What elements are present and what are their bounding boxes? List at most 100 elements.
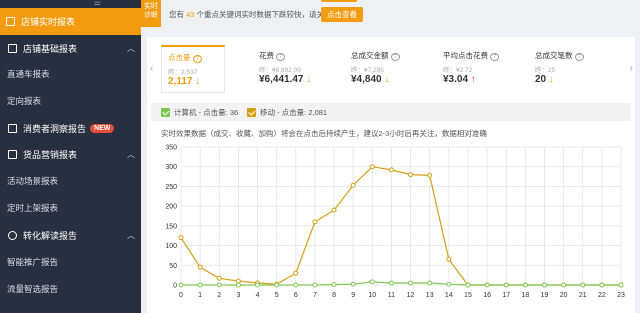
sidebar-item-traffic-select[interactable]: 流量智选报告 xyxy=(0,277,141,301)
data-point[interactable] xyxy=(350,182,356,188)
data-point[interactable] xyxy=(427,172,433,178)
data-point[interactable] xyxy=(350,281,356,287)
kpi-value-text: 2,117 xyxy=(168,76,193,87)
kpi-value-text: 20 xyxy=(535,74,547,85)
sidebar-item-label: 转化解读报告 xyxy=(23,230,78,241)
data-point[interactable] xyxy=(503,282,509,288)
kpi-value: 20 ↓ xyxy=(535,74,554,85)
realtime-card: ‹ 点击量 ? 昨：2,537 2,117 ↓ 花费 ? 昨：¥6,892.09… xyxy=(147,37,635,313)
data-point[interactable] xyxy=(178,282,184,288)
data-point[interactable] xyxy=(255,282,261,288)
kpi-yesterday: 昨：¥6,892.09 xyxy=(259,67,301,74)
data-point[interactable] xyxy=(178,235,184,241)
help-icon: ? xyxy=(574,53,584,61)
sidebar-item-targeting[interactable]: 定向报表 xyxy=(0,89,141,113)
kpi-yesterday: 昨：¥7,295 xyxy=(351,67,384,74)
sidebar-item-label: 店铺基础报表 xyxy=(23,43,78,54)
y-tick-label: 300 xyxy=(165,164,177,171)
legend-mobile[interactable]: 移动 - 点击量: 2,081 xyxy=(247,107,327,118)
sidebar-item-realtime-report[interactable]: 店铺实时报表 xyxy=(0,8,141,35)
chevron-left-icon[interactable]: ‹ xyxy=(150,63,153,74)
kpi-title-text: 点击量 xyxy=(168,53,191,62)
x-tick-label: 21 xyxy=(579,292,587,299)
data-point[interactable] xyxy=(235,278,241,284)
chevron-right-icon[interactable]: › xyxy=(630,63,633,74)
chevron-up-icon: ︿ xyxy=(127,150,135,159)
data-point[interactable] xyxy=(522,282,528,288)
alert-tag: 实时诊断 xyxy=(141,0,161,27)
data-point[interactable] xyxy=(408,172,414,178)
y-tick-label: 100 xyxy=(165,243,177,250)
data-point[interactable] xyxy=(312,282,318,288)
x-tick-label: 16 xyxy=(483,292,491,299)
data-point[interactable] xyxy=(197,264,203,270)
data-point[interactable] xyxy=(561,282,567,288)
menu-toggle-icon[interactable]: ☰ xyxy=(94,0,101,7)
data-point[interactable] xyxy=(580,282,586,288)
data-point[interactable] xyxy=(216,282,222,288)
data-point[interactable] xyxy=(446,281,452,287)
sidebar-section-conversion[interactable]: 转化解读报告 ︿ xyxy=(0,223,141,247)
sidebar-item-label: 定时上架报表 xyxy=(7,203,59,213)
data-point[interactable] xyxy=(331,207,337,213)
data-point[interactable] xyxy=(216,275,222,281)
data-point[interactable] xyxy=(369,279,375,285)
sidebar-section-goods-marketing[interactable]: 货品营销报表 ︿ xyxy=(0,142,141,166)
x-tick-label: 18 xyxy=(521,292,529,299)
sidebar-item-label: 活动场景报表 xyxy=(7,176,59,186)
x-tick-label: 19 xyxy=(541,292,549,299)
x-tick-label: 17 xyxy=(502,292,510,299)
data-point[interactable] xyxy=(388,167,394,173)
trend-up-icon: ↑ xyxy=(470,74,476,85)
sidebar-section-consumer-insight[interactable]: 消费者洞察报告 NEW xyxy=(0,116,141,140)
kpi-total-orders[interactable]: 总成交笔数 ? 昨：25 20 ↓ xyxy=(529,45,593,93)
data-point[interactable] xyxy=(484,282,490,288)
alert-count: 43 xyxy=(186,10,195,19)
x-tick-label: 3 xyxy=(236,292,240,299)
kpi-clicks[interactable]: 点击量 ? 昨：2,537 2,117 ↓ xyxy=(161,45,225,93)
kpi-title: 花费 ? xyxy=(259,50,286,61)
kpi-avg-cpc[interactable]: 平均点击花费 ? 昨：¥2.72 ¥3.04 ↑ xyxy=(437,45,501,93)
kpi-value: 2,117 ↓ xyxy=(168,76,200,87)
sidebar-section-basic-reports[interactable]: 店铺基础报表 ︿ xyxy=(0,36,141,60)
x-tick-label: 22 xyxy=(598,292,606,299)
data-point[interactable] xyxy=(312,219,318,225)
data-point[interactable] xyxy=(465,282,471,288)
x-tick-label: 5 xyxy=(275,292,279,299)
sidebar-item-scheduled-listing[interactable]: 定时上架报表 xyxy=(0,196,141,220)
data-point[interactable] xyxy=(293,270,299,276)
y-tick-label: 50 xyxy=(169,263,177,270)
alert-text-pre: 您有 xyxy=(169,10,184,19)
alert-top-button[interactable] xyxy=(321,0,357,2)
data-point[interactable] xyxy=(331,282,337,288)
sidebar-item-smart-promotion[interactable]: 智能推广报告 xyxy=(0,250,141,274)
data-point[interactable] xyxy=(293,282,299,288)
data-point[interactable] xyxy=(274,282,280,288)
data-point[interactable] xyxy=(388,280,394,286)
data-point[interactable] xyxy=(408,280,414,286)
kpi-title-text: 花费 xyxy=(259,51,274,60)
checkbox-checked-icon[interactable] xyxy=(247,108,256,117)
data-point[interactable] xyxy=(446,256,452,262)
kpi-cost[interactable]: 花费 ? 昨：¥6,892.09 ¥6,441.47 ↓ xyxy=(253,45,317,93)
legend-pc[interactable]: 计算机 - 点击量: 36 xyxy=(161,107,238,118)
data-point[interactable] xyxy=(618,282,624,288)
sidebar-item-through-train[interactable]: 直通车报表 xyxy=(0,62,141,86)
x-tick-label: 0 xyxy=(179,292,183,299)
data-point[interactable] xyxy=(197,282,203,288)
view-details-button[interactable]: 点击查看 xyxy=(321,7,363,22)
kpi-total-sales[interactable]: 总成交金额 ? 昨：¥7,295 ¥4,840 ↓ xyxy=(345,45,409,93)
y-tick-label: 250 xyxy=(165,184,177,191)
checkbox-checked-icon[interactable] xyxy=(161,108,170,117)
kpi-yesterday: 昨：25 xyxy=(535,67,556,74)
x-tick-label: 20 xyxy=(560,292,568,299)
data-point[interactable] xyxy=(427,280,433,286)
data-point[interactable] xyxy=(235,282,241,288)
kpi-title: 总成交金额 ? xyxy=(351,50,400,61)
data-point[interactable] xyxy=(541,282,547,288)
kpi-value-text: ¥3.04 xyxy=(443,74,469,85)
data-point[interactable] xyxy=(599,282,605,288)
data-point[interactable] xyxy=(369,164,375,170)
sidebar-item-activity-scene[interactable]: 活动场景报表 xyxy=(0,169,141,193)
x-tick-label: 7 xyxy=(313,292,317,299)
